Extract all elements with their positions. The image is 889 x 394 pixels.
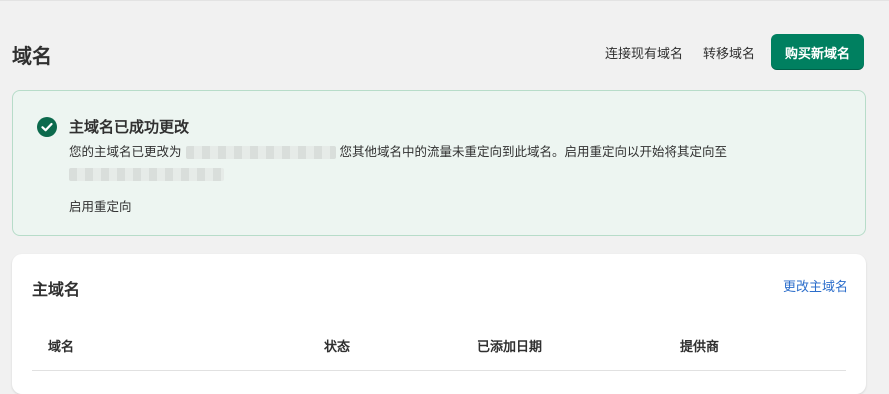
buy-new-domain-button[interactable]: 购买新域名 xyxy=(770,34,864,70)
check-circle-icon xyxy=(37,117,57,137)
header-actions: 连接现有域名 转移域名 购买新域名 xyxy=(595,34,864,70)
column-header-provider: 提供商 xyxy=(680,340,720,355)
enable-redirect-button[interactable]: 启用重定向 xyxy=(69,196,132,215)
redacted-domain xyxy=(185,146,336,159)
banner-title: 主域名已成功更改 xyxy=(69,118,190,136)
change-primary-domain-link[interactable]: 更改主域名 xyxy=(783,276,848,295)
banner-message-end: 您其他域名中的流量未重定向到此域名。启用重定向以开始将其定向至 xyxy=(339,144,728,159)
connect-existing-domain-button[interactable]: 连接现有域名 xyxy=(595,34,693,70)
success-banner: 主域名已成功更改 您的主域名已更改为 您其他域名中的流量未重定向到此域名。启用重定… xyxy=(12,90,866,236)
table-header: 域名 状态 已添加日期 提供商 xyxy=(32,332,846,371)
column-header-status: 状态 xyxy=(324,340,351,355)
column-header-date-added: 已添加日期 xyxy=(477,340,543,355)
banner-message: 您的主域名已更改为 您其他域名中的流量未重定向到此域名。启用重定向以开始将其定向至 xyxy=(69,141,849,185)
column-header-domain: 域名 xyxy=(48,340,75,355)
redacted-domain-2 xyxy=(69,168,224,181)
primary-domain-card: 主域名 更改主域名 域名 状态 已添加日期 提供商 xyxy=(12,254,866,394)
card-title: 主域名 xyxy=(32,280,81,299)
transfer-domain-button[interactable]: 转移域名 xyxy=(693,34,765,70)
banner-message-start: 您的主域名已更改为 xyxy=(69,144,182,159)
page-title: 域名 xyxy=(12,44,52,68)
top-border xyxy=(0,0,889,1)
